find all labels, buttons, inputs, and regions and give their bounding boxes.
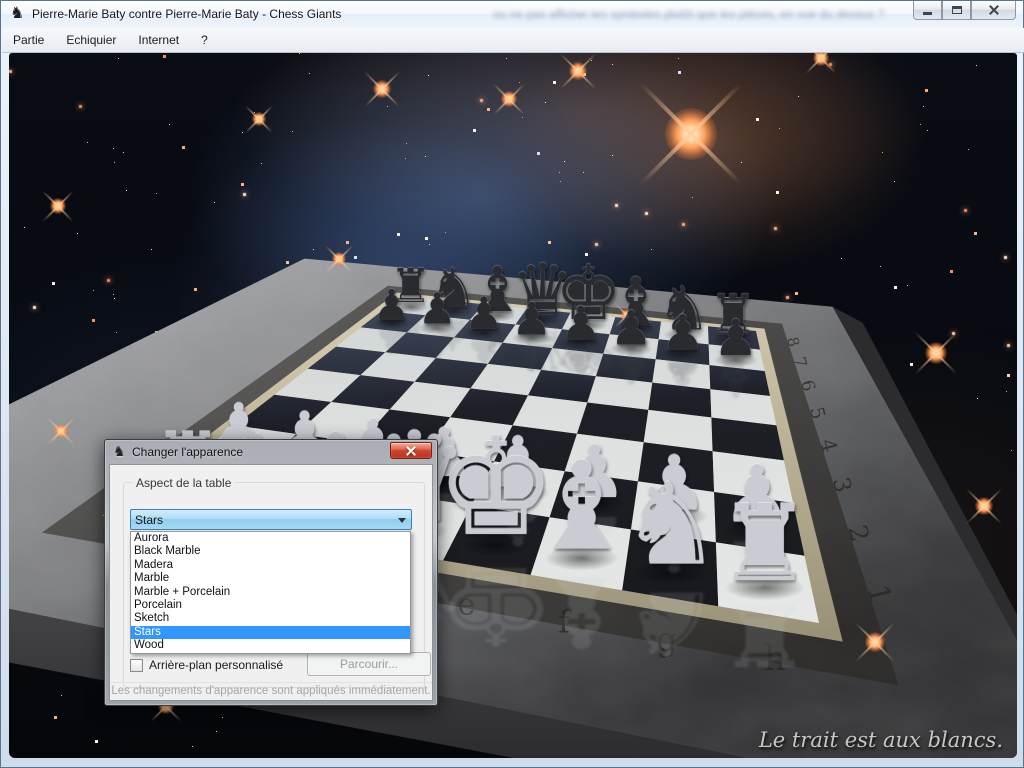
- piece-reflection: ♞: [620, 577, 722, 668]
- dropdown-item[interactable]: Madera: [131, 559, 410, 572]
- dialog-knight-icon: ♞: [113, 444, 126, 458]
- chess-piece-black-p[interactable]: ♟: [560, 301, 601, 347]
- dropdown-item[interactable]: Marble + Porcelain: [131, 586, 410, 599]
- bright-star: [54, 424, 68, 438]
- checkbox-label: Arrière-plan personnalisé: [149, 658, 283, 672]
- minimize-icon: [923, 12, 932, 15]
- bright-star: [252, 112, 266, 126]
- piece-reflection: ♟: [661, 356, 705, 395]
- bright-star: [501, 91, 517, 107]
- custom-background-row: Arrière-plan personnalisé: [130, 658, 283, 672]
- close-button[interactable]: [971, 1, 1016, 20]
- maximize-icon: [952, 6, 962, 14]
- menu-internet[interactable]: Internet: [127, 29, 190, 51]
- dropdown-item[interactable]: Marble: [131, 572, 410, 585]
- chess-piece-black-p[interactable]: ♟: [373, 285, 411, 327]
- bright-star: [865, 632, 885, 652]
- bright-star: [373, 80, 391, 98]
- menu-partie[interactable]: Partie: [2, 29, 55, 51]
- chess-piece-black-p[interactable]: ♟: [661, 309, 705, 358]
- bright-star: [813, 53, 829, 66]
- bright-star: [975, 497, 993, 515]
- piece-reflection: ♟: [713, 362, 758, 402]
- dialog-status-text: Les changements d'apparence sont appliqu…: [110, 682, 432, 700]
- minimize-button[interactable]: [913, 1, 942, 20]
- dialog-close-icon: [405, 446, 417, 456]
- close-icon: [988, 5, 1000, 15]
- dialog-title: Changer l'apparence: [132, 445, 243, 459]
- app-knight-icon: ♞: [10, 5, 28, 23]
- custom-background-checkbox[interactable]: [130, 659, 143, 672]
- groupbox-label: Aspect de la table: [132, 476, 235, 490]
- dialog-client-area: Aspect de la table Stars AuroraBlack Mar…: [109, 464, 433, 701]
- piece-reflection: ♟: [464, 335, 503, 370]
- dropdown-item[interactable]: Wood: [131, 639, 410, 652]
- combobox-dropdown-list: AuroraBlack MarbleMaderaMarbleMarble + P…: [130, 531, 411, 654]
- dropdown-item[interactable]: Aurora: [131, 532, 410, 545]
- table-aspect-combobox[interactable]: Stars: [130, 509, 412, 530]
- piece-reflection: ♟: [610, 351, 653, 389]
- piece-reflection: ♟: [373, 325, 411, 359]
- bright-star: [665, 108, 717, 160]
- combobox-value: Stars: [131, 513, 163, 527]
- chevron-down-icon: [398, 518, 406, 523]
- bright-star: [50, 198, 66, 214]
- chess-piece-white-r[interactable]: ♜: [717, 490, 812, 596]
- turn-indicator: Le trait est aux blancs.: [759, 728, 1003, 752]
- chess-piece-black-p[interactable]: ♟: [464, 293, 503, 337]
- title-bar[interactable]: ♞ Pierre-Marie Baty contre Pierre-Marie …: [1, 1, 1023, 28]
- chess-piece-black-p[interactable]: ♟: [418, 289, 456, 332]
- app-window: ♞ Pierre-Marie Baty contre Pierre-Marie …: [0, 0, 1024, 768]
- appearance-dialog[interactable]: ♞ Changer l'apparence Aspect de la table…: [104, 439, 438, 706]
- menu-echiquier[interactable]: Echiquier: [55, 29, 127, 51]
- piece-reflection: ♜: [717, 592, 812, 677]
- dropdown-item[interactable]: Porcelain: [131, 599, 410, 612]
- blurred-ghost-text: ou ne pas afficher les symboles plutôt q…: [493, 7, 963, 21]
- dialog-close-button[interactable]: [390, 442, 432, 459]
- dropdown-item[interactable]: Sketch: [131, 612, 410, 625]
- maximize-button[interactable]: [942, 1, 971, 20]
- chess-piece-white-n[interactable]: ♞: [620, 468, 722, 581]
- piece-reflection: ♟: [418, 330, 456, 364]
- bright-star: [569, 62, 587, 80]
- window-title: Pierre-Marie Baty contre Pierre-Marie Ba…: [32, 7, 341, 21]
- menu-help[interactable]: ?: [190, 29, 219, 51]
- window-controls: [913, 1, 1016, 20]
- chess-piece-black-p[interactable]: ♟: [512, 297, 552, 342]
- dialog-title-bar[interactable]: ♞ Changer l'apparence: [105, 440, 437, 464]
- dropdown-item[interactable]: Stars: [131, 626, 410, 639]
- menu-bar: Partie Echiquier Internet ?: [2, 28, 1024, 53]
- chess-piece-black-p[interactable]: ♟: [713, 314, 758, 364]
- chess-piece-black-p[interactable]: ♟: [610, 305, 653, 352]
- bright-star: [925, 342, 947, 364]
- bright-star: [332, 252, 346, 266]
- browse-button[interactable]: Parcourir...: [307, 652, 431, 676]
- dropdown-item[interactable]: Black Marble: [131, 545, 410, 558]
